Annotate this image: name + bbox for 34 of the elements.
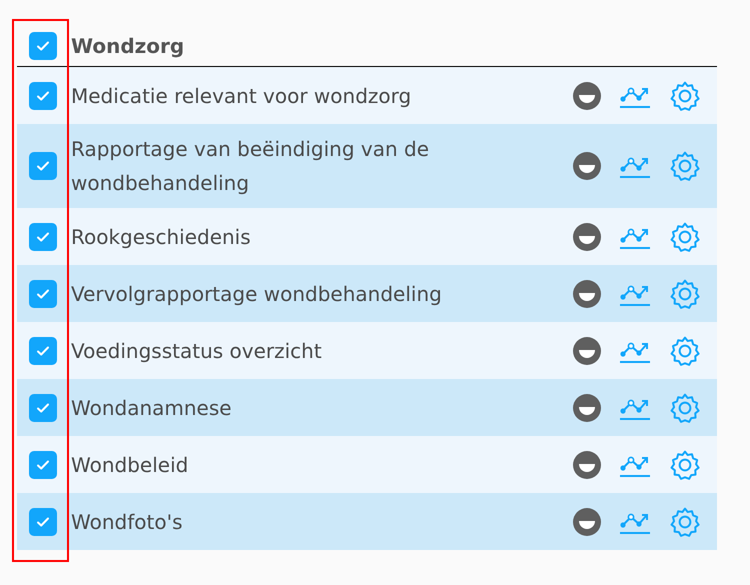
group-title: Wondzorg	[71, 32, 184, 60]
settings-icon[interactable]	[669, 150, 701, 182]
toggle-icon[interactable]	[573, 152, 601, 180]
settings-icon[interactable]	[669, 448, 701, 480]
settings-icon[interactable]	[669, 506, 701, 538]
row-label: Vervolgrapportage wondbehandeling	[71, 280, 443, 308]
checkbox[interactable]	[29, 152, 57, 180]
row-label: Wondanamnese	[71, 394, 233, 422]
row-label: Voedingsstatus overzicht	[71, 338, 323, 364]
settings-icon[interactable]	[669, 278, 701, 310]
row-label: Rapportage van beëindiging van de wondbehandeling	[71, 136, 430, 197]
checkbox[interactable]	[29, 336, 57, 364]
toggle-icon[interactable]	[573, 82, 601, 110]
toggle-icon[interactable]	[573, 394, 601, 422]
row-label: Medicatie relevant voor wondzorg	[71, 82, 412, 110]
toggle-icon[interactable]	[573, 336, 601, 364]
checkbox[interactable]	[29, 508, 57, 536]
checkbox[interactable]	[29, 450, 57, 478]
checkbox[interactable]	[29, 280, 57, 308]
row-label: Rookgeschiedenis	[71, 224, 252, 250]
toggle-icon[interactable]	[573, 222, 601, 250]
toggle-icon[interactable]	[573, 450, 601, 478]
checkbox[interactable]	[29, 222, 57, 250]
settings-icon[interactable]	[669, 220, 701, 252]
row-label: Wondfoto's	[71, 508, 184, 536]
settings-icon[interactable]	[669, 334, 701, 366]
checkbox[interactable]	[29, 394, 57, 422]
toggle-icon[interactable]	[573, 508, 601, 536]
toggle-icon[interactable]	[573, 280, 601, 308]
checkbox[interactable]	[29, 82, 57, 110]
settings-icon[interactable]	[669, 392, 701, 424]
row-label: Wondbeleid	[71, 452, 190, 478]
checkbox[interactable]	[29, 32, 57, 60]
settings-icon[interactable]	[669, 80, 701, 112]
